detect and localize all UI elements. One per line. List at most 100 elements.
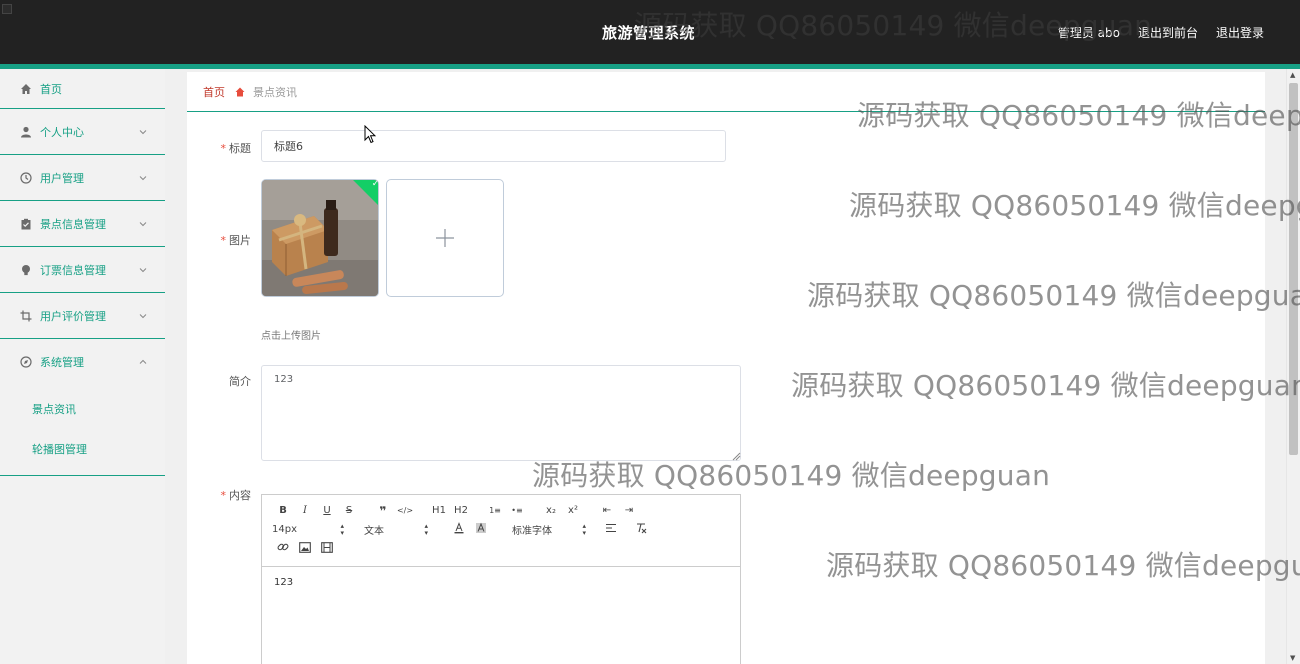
bold-button[interactable]: B (272, 505, 294, 516)
superscript-button[interactable]: x² (562, 505, 584, 516)
submenu-item-attraction-news[interactable]: 景点资讯 (0, 389, 165, 429)
chevron-down-icon (139, 313, 147, 318)
image-label: * 图片 (187, 232, 252, 248)
font-family-select[interactable]: 标准字体 ▴ ▾ (512, 522, 592, 537)
rich-text-editor: B I U S ❞ </> H1 H2 1≡ •≡ x₂ x² ⇤ ⇥ 14px… (261, 494, 741, 664)
select-arrows-icon: ▴ ▾ (424, 521, 428, 537)
sidebar-item-label: 景点信息管理 (40, 217, 106, 231)
ordered-list-button[interactable]: 1≡ (484, 506, 506, 515)
image-insert-icon[interactable] (294, 541, 316, 556)
sidebar-item-label: 系统管理 (40, 356, 84, 369)
scrollbar-thumb[interactable] (1289, 83, 1298, 455)
intro-label-text: 简介 (229, 375, 251, 388)
toolbar-row-3 (272, 539, 732, 558)
home-icon (235, 87, 245, 96)
scroll-up-arrow-icon[interactable]: ▲ (1290, 71, 1295, 79)
submenu-item-carousel-management[interactable]: 轮播图管理 (0, 429, 165, 469)
scroll-down-arrow-icon[interactable]: ▼ (1290, 654, 1295, 662)
upload-image-button[interactable] (386, 179, 504, 297)
check-icon: ✓ (371, 179, 379, 190)
edit-form: *标题 *图片 ✓ (187, 120, 1265, 664)
select-arrows-icon: ▴ ▾ (582, 521, 586, 537)
required-mark: * (220, 489, 227, 502)
intro-textarea[interactable]: 123 (261, 365, 741, 461)
upload-hint-text: 点击上传图片 (261, 331, 321, 342)
code-block-button[interactable]: </> (394, 506, 416, 515)
text-style-select[interactable]: 文本 ▴ ▾ (364, 522, 434, 537)
logout-link[interactable]: 退出登录 (1216, 24, 1264, 41)
window-corner-icon (2, 4, 12, 14)
editor-toolbar: B I U S ❞ </> H1 H2 1≡ •≡ x₂ x² ⇤ ⇥ 14px… (262, 495, 740, 567)
sidebar-item-user-management[interactable]: 用户管理 (0, 155, 165, 201)
page-scrollbar[interactable]: ▲ ▼ (1286, 69, 1300, 664)
link-icon[interactable] (272, 541, 294, 556)
breadcrumb-current: 景点资讯 (253, 85, 297, 99)
required-mark: * (220, 234, 227, 247)
breadcrumb-home[interactable]: 首页 (203, 84, 225, 100)
mouse-cursor-icon (364, 125, 376, 144)
image-label-text: 图片 (229, 234, 251, 247)
editor-content[interactable]: 123 (262, 567, 740, 598)
breadcrumb: 首页 景点资讯 (187, 72, 1265, 112)
sidebar-item-attraction-management[interactable]: 景点信息管理 (0, 201, 165, 247)
heading1-button[interactable]: H1 (428, 505, 450, 516)
outdent-button[interactable]: ⇤ (596, 505, 618, 516)
clock-icon (20, 171, 32, 184)
top-links: 管理员 abo 退出到前台 退出登录 (1058, 24, 1264, 41)
background-color-icon[interactable] (470, 522, 492, 537)
content-label-text: 内容 (229, 489, 251, 502)
select-arrows-icon: ▴ ▾ (340, 521, 344, 537)
underline-button[interactable]: U (316, 505, 338, 516)
required-mark: * (220, 142, 227, 155)
clipboard-icon (20, 218, 32, 230)
bulb-icon (20, 264, 32, 276)
sidebar-item-label: 用户管理 (40, 171, 84, 185)
blockquote-button[interactable]: ❞ (372, 504, 394, 518)
chevron-down-icon (139, 267, 147, 272)
font-family-value: 标准字体 (512, 526, 552, 537)
italic-button[interactable]: I (294, 505, 316, 516)
chevron-down-icon (139, 129, 147, 134)
indent-button[interactable]: ⇥ (618, 505, 640, 516)
title-input[interactable] (261, 130, 726, 162)
sidebar-item-personal-center[interactable]: 个人中心 (0, 109, 165, 155)
main-panel: 首页 景点资讯 *标题 *图片 (187, 72, 1265, 664)
uploaded-image-thumbnail[interactable]: ✓ (261, 179, 379, 297)
font-color-icon[interactable] (448, 522, 470, 537)
toolbar-row-1: B I U S ❞ </> H1 H2 1≡ •≡ x₂ x² ⇤ ⇥ (272, 501, 732, 520)
admin-user-link[interactable]: 管理员 abo (1058, 24, 1120, 41)
chevron-up-icon (139, 359, 147, 364)
title-label-text: 标题 (229, 142, 251, 155)
sidebar-item-home[interactable]: 首页 (0, 69, 165, 109)
user-icon (20, 126, 32, 138)
heading2-button[interactable]: H2 (450, 505, 472, 516)
align-icon[interactable] (600, 523, 622, 536)
sidebar-item-label: 个人中心 (40, 125, 84, 139)
sidebar-item-system-management[interactable]: 系统管理 (0, 339, 165, 385)
sidebar-item-label: 订票信息管理 (40, 263, 106, 277)
system-submenu: 景点资讯 轮播图管理 (0, 385, 165, 476)
bullet-list-button[interactable]: •≡ (506, 506, 528, 515)
sidebar: 首页 个人中心 用户管理 景点信息管理 订票信息管理 用户评价管理 系统管理 景… (0, 69, 165, 664)
text-style-value: 文本 (364, 526, 384, 537)
resize-handle-icon[interactable] (731, 451, 741, 461)
app-title: 旅游管理系统 (602, 24, 696, 42)
font-size-value: 14px (272, 524, 297, 535)
content-label: * 内容 (187, 487, 252, 503)
font-size-select[interactable]: 14px ▴ ▾ (272, 521, 350, 537)
chevron-down-icon (139, 175, 147, 180)
product-photo-image (262, 180, 378, 296)
sidebar-item-ticket-management[interactable]: 订票信息管理 (0, 247, 165, 293)
toolbar-row-2: 14px ▴ ▾ 文本 ▴ ▾ 标准字体 ▴ ▾ (272, 520, 732, 539)
subscript-button[interactable]: x₂ (540, 505, 562, 516)
sidebar-item-label: 首页 (40, 82, 62, 96)
video-insert-icon[interactable] (316, 541, 338, 556)
sidebar-item-review-management[interactable]: 用户评价管理 (0, 293, 165, 339)
clear-format-icon[interactable] (630, 522, 652, 537)
top-navbar: 旅游管理系统 管理员 abo 退出到前台 退出登录 (0, 0, 1300, 64)
intro-label: 简介 (187, 373, 251, 389)
strikethrough-button[interactable]: S (338, 505, 360, 516)
exit-to-frontend-link[interactable]: 退出到前台 (1138, 24, 1198, 41)
compass-icon (20, 356, 32, 368)
home-icon (20, 83, 32, 95)
